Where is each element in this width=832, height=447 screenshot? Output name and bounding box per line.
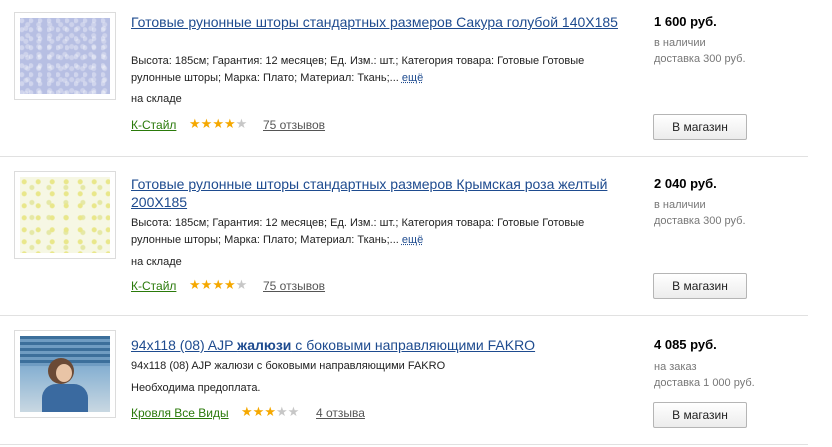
star-icon: ★ [200,116,213,131]
product-item: Готовые рунонные шторы стандартных разме… [0,0,808,156]
star-icon: ★ [241,404,253,419]
product-title-link[interactable]: Готовые рунонные шторы стандартных разме… [131,13,641,31]
price: 4 085 руб. [654,337,717,352]
rating-stars: ★★★★★ [189,116,247,132]
divider [0,444,808,445]
availability: на заказ [654,361,697,373]
star-empty-icon: ★ [275,404,288,419]
product-item: Готовые рулонные шторы стандартных разме… [0,157,808,315]
product-thumbnail[interactable] [14,12,116,100]
product-thumbnail[interactable] [14,171,116,259]
person-body-graphic [42,384,88,412]
availability: в наличии [654,37,706,49]
stock-status: на складе [131,256,182,268]
go-to-shop-button[interactable]: В магазин [653,114,747,140]
star-empty-icon: ★ [235,116,248,131]
product-description-text: Высота: 185см; Гарантия: 12 месяцев; Ед.… [131,55,585,84]
product-description: Высота: 185см; Гарантия: 12 месяцев; Ед.… [131,215,611,249]
shop-link[interactable]: Кровля Все Виды [131,406,229,420]
product-thumbnail[interactable] [14,330,116,418]
star-icon: ★ [223,116,236,131]
product-description-text: Высота: 185см; Гарантия: 12 месяцев; Ед.… [131,217,585,246]
rating-stars: ★★★★★ [189,277,247,293]
blue-fabric-thumbnail-icon [20,18,110,94]
window-blinds-photo-thumbnail-icon [20,336,110,412]
delivery-cost: доставка 1 000 руб. [654,377,755,389]
shop-link[interactable]: К-Стайл [131,279,176,293]
product-title-link[interactable]: 94x118 (08) AJP жалюзи с боковыми направ… [131,336,641,354]
product-item: 94x118 (08) AJP жалюзи с боковыми направ… [0,316,808,447]
star-icon: ★ [212,116,224,131]
go-to-shop-button[interactable]: В магазин [653,402,747,428]
reviews-link[interactable]: 4 отзыва [316,406,365,420]
availability: в наличии [654,199,706,211]
more-link[interactable]: ещё [402,72,423,84]
price: 2 040 руб. [654,176,717,191]
star-icon: ★ [189,277,201,292]
prepayment-notice: Необходима предоплата. [131,382,261,394]
star-icon: ★ [200,277,213,292]
title-part: 94x118 (08) AJP [131,337,238,353]
more-link[interactable]: ещё [402,234,423,246]
star-icon: ★ [189,116,201,131]
reviews-link[interactable]: 75 отзывов [263,279,325,293]
star-empty-icon: ★ [235,277,248,292]
star-icon: ★ [212,277,224,292]
star-icon: ★ [223,277,236,292]
star-icon: ★ [252,404,265,419]
shop-link[interactable]: К-Стайл [131,118,176,132]
delivery-cost: доставка 300 руб. [654,215,746,227]
reviews-link[interactable]: 75 отзывов [263,118,325,132]
person-face-graphic [56,364,72,382]
delivery-cost: доставка 300 руб. [654,53,746,65]
star-icon: ★ [264,404,276,419]
yellow-fabric-thumbnail-icon [20,177,110,253]
title-part: с боковыми направляющими FAKRO [291,337,536,353]
star-empty-icon: ★ [287,404,300,419]
product-description: Высота: 185см; Гарантия: 12 месяцев; Ед.… [131,53,611,87]
stock-status: на складе [131,93,182,105]
price: 1 600 руб. [654,14,717,29]
rating-stars: ★★★★★ [241,404,299,420]
go-to-shop-button[interactable]: В магазин [653,273,747,299]
product-description: 94x118 (08) AJP жалюзи с боковыми направ… [131,360,446,372]
product-title-link[interactable]: Готовые рулонные шторы стандартных разме… [131,175,641,211]
title-highlight: жалюзи [237,337,292,353]
